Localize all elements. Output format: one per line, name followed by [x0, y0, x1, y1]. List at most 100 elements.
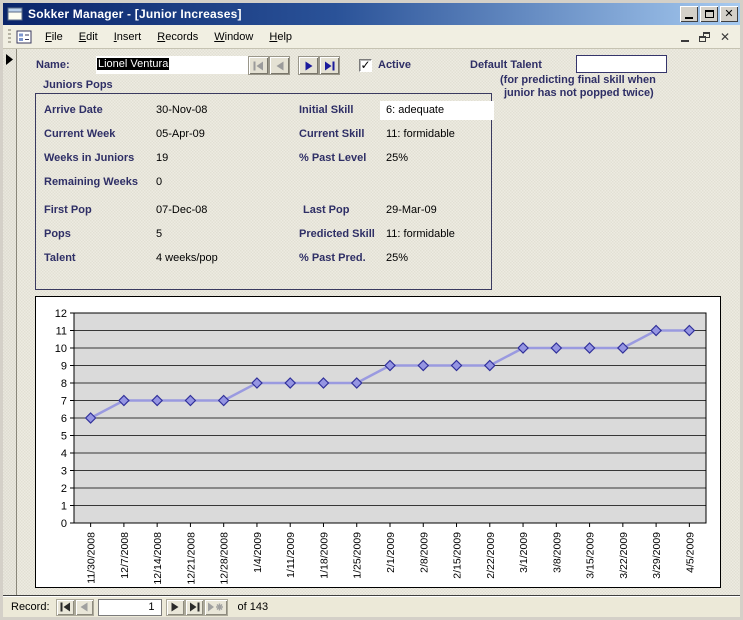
svg-text:1/4/2009: 1/4/2009: [252, 532, 264, 573]
juniors-pops-group: Arrive Date 30-Nov-08 Initial Skill 6: a…: [35, 93, 492, 290]
svg-text:3/22/2009: 3/22/2009: [618, 532, 630, 579]
record-new-icon: [207, 602, 224, 612]
svg-text:3/15/2009: 3/15/2009: [585, 532, 597, 579]
checkmark-icon: ✓: [360, 59, 370, 71]
record-navigation-bar: Record: of 143: [3, 596, 740, 617]
menu-window[interactable]: Window: [206, 28, 261, 46]
form-view-icon: [16, 29, 32, 45]
svg-text:3/29/2009: 3/29/2009: [651, 532, 663, 579]
svg-text:3: 3: [61, 466, 67, 478]
minimize-icon: [685, 17, 693, 19]
record-previous-button[interactable]: [75, 599, 94, 616]
svg-text:12: 12: [55, 308, 67, 320]
mdi-minimize-button[interactable]: [681, 32, 689, 42]
field-row: Weeks in Juniors 19 % Past Level 25%: [36, 152, 491, 168]
close-icon: ✕: [724, 9, 733, 20]
svg-text:2: 2: [61, 483, 67, 495]
svg-text:10: 10: [55, 343, 67, 355]
menu-help[interactable]: Help: [261, 28, 300, 46]
svg-text:1/25/2009: 1/25/2009: [352, 532, 364, 579]
svg-text:12/7/2008: 12/7/2008: [119, 532, 131, 579]
form-nav-buttons: [248, 56, 340, 75]
mdi-close-button[interactable]: ✕: [720, 31, 730, 43]
group-title: Juniors Pops: [43, 79, 113, 91]
default-talent-label: Default Talent: [470, 59, 542, 71]
svg-text:2/15/2009: 2/15/2009: [452, 532, 464, 579]
previous-record-button[interactable]: [269, 56, 290, 75]
svg-text:0: 0: [61, 518, 67, 530]
next-record-button[interactable]: [298, 56, 319, 75]
svg-text:4/5/2009: 4/5/2009: [684, 532, 696, 573]
field-row: Remaining Weeks 0: [36, 176, 491, 192]
skill-progress-chart: 012345678910111211/30/200812/7/200812/14…: [35, 296, 721, 588]
mdi-window-controls: ✕: [681, 31, 736, 43]
svg-text:1/11/2009: 1/11/2009: [285, 532, 297, 578]
default-talent-input[interactable]: [576, 55, 667, 73]
active-label: Active: [378, 59, 411, 71]
first-record-button[interactable]: [248, 56, 269, 75]
record-count-text: of 143: [238, 601, 269, 613]
previous-record-icon: [275, 61, 285, 71]
last-record-icon: [324, 61, 335, 71]
form-detail: Name: Lionel Ventura ✓ Active Default Ta…: [3, 49, 740, 596]
record-last-icon: [189, 602, 200, 612]
name-label: Name:: [36, 59, 70, 71]
first-record-icon: [253, 61, 264, 71]
default-talent-note-line2: junior has not popped twice): [504, 87, 654, 99]
record-previous-icon: [79, 602, 89, 612]
svg-text:3/1/2009: 3/1/2009: [518, 532, 530, 573]
app-window: Sokker Manager - [Junior Increases] ✕ Fi…: [0, 0, 743, 620]
svg-text:5: 5: [61, 431, 67, 443]
menu-records[interactable]: Records: [149, 28, 206, 46]
skill-chart-svg: 012345678910111211/30/200812/7/200812/14…: [36, 297, 720, 587]
svg-text:12/14/2008: 12/14/2008: [152, 532, 164, 585]
name-input[interactable]: Lionel Ventura: [96, 56, 249, 74]
field-row: Pops 5 Predicted Skill 11: formidable: [36, 228, 491, 244]
last-record-button[interactable]: [319, 56, 340, 75]
svg-text:7: 7: [61, 396, 67, 408]
minimize-button[interactable]: [680, 6, 698, 22]
svg-text:2/1/2009: 2/1/2009: [385, 532, 397, 573]
maximize-icon: [705, 10, 714, 18]
record-first-icon: [60, 602, 71, 612]
svg-text:6: 6: [61, 413, 67, 425]
name-selected-text: Lionel Ventura: [97, 58, 169, 70]
record-label: Record:: [11, 601, 50, 613]
field-row: Talent 4 weeks/pop % Past Pred. 25%: [36, 252, 491, 268]
app-icon: [7, 6, 23, 22]
record-number-input[interactable]: [98, 599, 162, 616]
record-next-button[interactable]: [166, 599, 185, 616]
svg-text:8: 8: [61, 378, 67, 390]
record-last-button[interactable]: [185, 599, 204, 616]
svg-text:12/21/2008: 12/21/2008: [185, 532, 197, 585]
svg-text:4: 4: [61, 448, 67, 460]
field-row: Current Week 05-Apr-09 Current Skill 11:…: [36, 128, 491, 144]
mdi-restore-button[interactable]: [699, 32, 710, 42]
menu-file[interactable]: File: [37, 28, 71, 46]
svg-text:2/8/2009: 2/8/2009: [418, 532, 430, 573]
maximize-button[interactable]: [700, 6, 718, 22]
menu-insert[interactable]: Insert: [106, 28, 150, 46]
menu-bar: File Edit Insert Records Window Help ✕: [3, 25, 740, 49]
field-row: First Pop 07-Dec-08 Last Pop 29-Mar-09: [36, 204, 491, 220]
record-new-button[interactable]: [204, 599, 228, 616]
record-selector-strip[interactable]: [3, 49, 17, 595]
svg-text:12/28/2008: 12/28/2008: [219, 532, 231, 585]
record-first-button[interactable]: [56, 599, 75, 616]
close-button[interactable]: ✕: [720, 6, 738, 22]
current-record-arrow-icon: [5, 54, 14, 65]
title-bar: Sokker Manager - [Junior Increases] ✕: [3, 3, 740, 25]
toolbar-grip[interactable]: [8, 29, 11, 45]
svg-text:2/22/2009: 2/22/2009: [485, 532, 497, 579]
svg-text:11/30/2008: 11/30/2008: [86, 532, 98, 584]
active-checkbox[interactable]: ✓: [359, 59, 372, 72]
window-title: Sokker Manager - [Junior Increases]: [28, 7, 678, 21]
record-next-icon: [170, 602, 180, 612]
svg-text:3/8/2009: 3/8/2009: [551, 532, 563, 573]
default-talent-note-line1: (for predicting final skill when: [500, 74, 656, 86]
menu-edit[interactable]: Edit: [71, 28, 106, 46]
svg-text:9: 9: [61, 361, 67, 373]
svg-text:1: 1: [61, 501, 67, 513]
next-record-icon: [304, 61, 314, 71]
field-row: Arrive Date 30-Nov-08 Initial Skill 6: a…: [36, 104, 491, 120]
